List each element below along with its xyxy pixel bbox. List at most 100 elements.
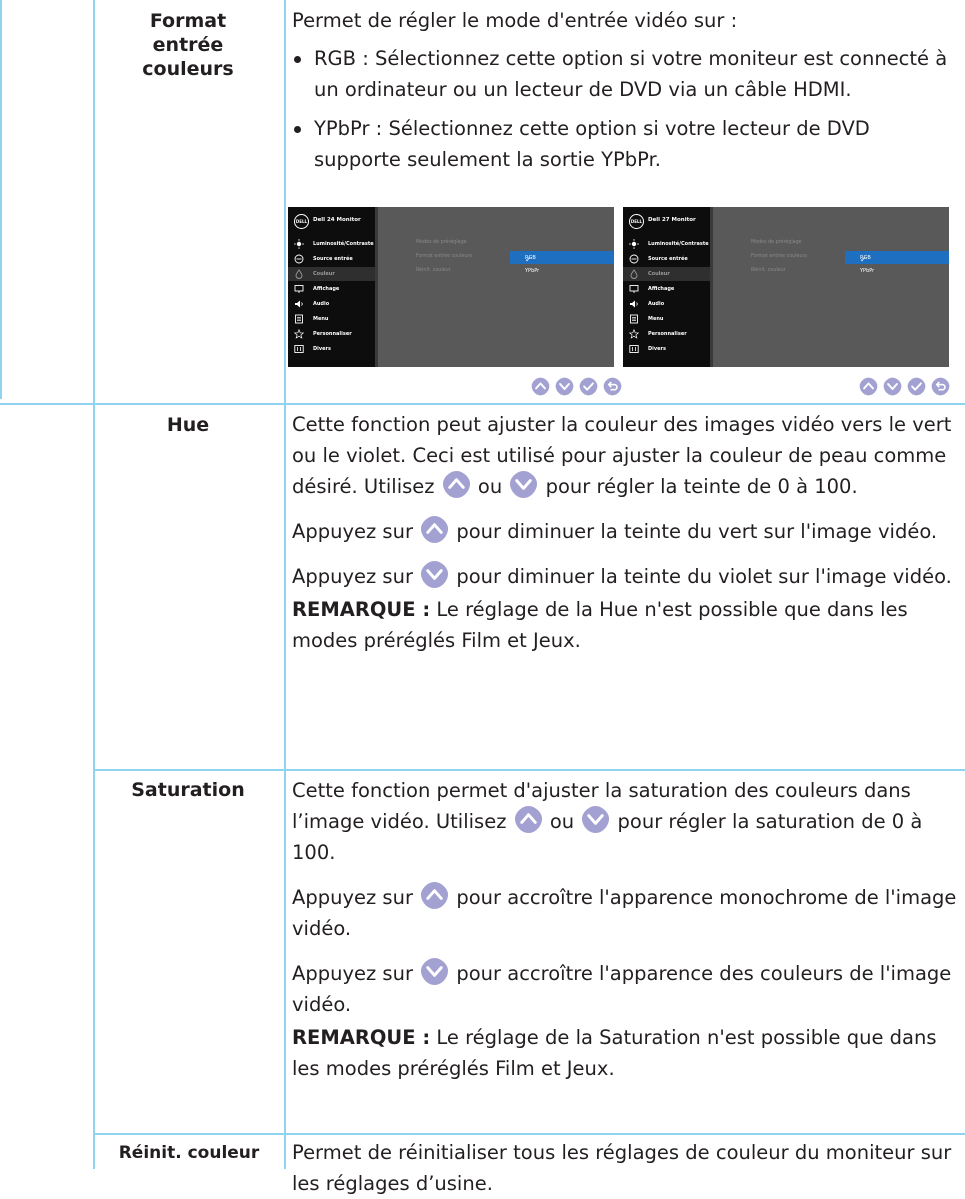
bullet-ypbpr: YPbPr : Sélectionnez cette option si vot…	[292, 113, 962, 175]
osd-menu-item: Source entrée	[623, 252, 710, 266]
osd-menu-label: Source entrée	[313, 256, 353, 262]
row-label-hue: Hue	[166, 414, 210, 436]
osd-submenu-item: Modes de préréglage	[751, 240, 802, 245]
osd-menu-item: Personnaliser	[288, 327, 375, 341]
osd-screenshot: DELL Dell 24 Monitor Luminosité/Contraste S…	[288, 207, 614, 367]
osd-screenshot: DELL Dell 27 Monitor Luminosité/Contraste S…	[623, 207, 949, 367]
dell-logo-icon: DELL	[294, 214, 309, 229]
others-icon	[629, 344, 639, 354]
saturation-paragraph-2: Appuyez sur pour accroître l'apparence m…	[292, 881, 962, 944]
up-icon	[420, 881, 449, 910]
osd-submenu-item: Format entrée couleurs	[416, 254, 473, 259]
osd-menu-label: Divers	[648, 346, 666, 352]
osd-option-label: RGB	[525, 255, 536, 261]
osd-option: ✓ RGB	[510, 251, 614, 264]
input-source-icon	[294, 254, 304, 264]
osd-menu-label: Menu	[313, 316, 329, 322]
star-icon	[628, 328, 640, 339]
osd-submenu-item: Format entrée couleurs	[751, 254, 808, 259]
row-text-hue: Cette fonction peut ajuster la couleur d…	[292, 409, 962, 656]
hue-paragraph-2: Appuyez sur pour diminuer la teinte du v…	[292, 515, 962, 547]
saturation-p2-before: Appuyez sur	[292, 886, 413, 909]
osd-menu-item: Menu	[288, 312, 375, 326]
osd-menu-label: Affichage	[648, 286, 675, 292]
osd-option: ✓ RGB	[845, 251, 949, 264]
row-text-format: Permet de régler le mode d'entrée vidéo …	[292, 5, 962, 175]
osd-menu-label: Audio	[648, 301, 665, 307]
osd-model-name: Dell 24 Monitor	[313, 217, 361, 223]
osd-menu-item: Luminosité/Contraste	[623, 237, 710, 251]
osd-menu-item: Luminosité/Contraste	[288, 237, 375, 251]
row-divider-reset	[93, 1133, 965, 1135]
hue-paragraph-1: Cette fonction peut ajuster la couleur d…	[292, 409, 962, 502]
osd-submenu-item: Modes de préréglage	[416, 240, 467, 245]
osd-menu-label: Affichage	[313, 286, 340, 292]
osd-menu-item: Menu	[623, 312, 710, 326]
osd-menu-item: Audio	[288, 297, 375, 311]
saturation-paragraph-3: Appuyez sur pour accroître l'apparence d…	[292, 957, 962, 1020]
osd-menu-label: Couleur	[313, 271, 335, 277]
osd-option-label: RGB	[860, 255, 871, 261]
osd-submenu-panel	[378, 207, 614, 367]
bullet-rgb: RGB : Sélectionnez cette option si votre…	[292, 43, 962, 105]
osd-menu-label: Source entrée	[648, 256, 688, 262]
osd-menu-label: Luminosité/Contraste	[313, 241, 374, 247]
hue-note: REMARQUE : Le réglage de la Hue n'est po…	[292, 594, 962, 656]
dell-logo-icon: DELL	[629, 214, 644, 229]
row-divider-hue	[0, 403, 965, 405]
down-icon	[509, 470, 538, 499]
osd-menu-label: Personnaliser	[648, 331, 687, 337]
up-icon	[420, 515, 449, 544]
hue-p1-mid: ou	[477, 475, 503, 498]
osd-menu-item: Audio	[623, 297, 710, 311]
up-icon	[514, 805, 543, 834]
audio-icon	[294, 299, 304, 309]
osd-menu-item: Divers	[623, 342, 710, 356]
osd-menu-label: Personnaliser	[313, 331, 352, 337]
saturation-paragraph-1: Cette fonction permet d'ajuster la satur…	[292, 775, 962, 868]
display-icon	[294, 284, 304, 294]
row-label-format: Format entrée couleurs	[142, 10, 234, 80]
saturation-note-label: REMARQUE :	[292, 1026, 431, 1049]
hue-p1-after: pour régler la teinte de 0 à 100.	[545, 475, 858, 498]
column-divider-outer	[0, 0, 2, 399]
hue-p3-before: Appuyez sur	[292, 565, 413, 588]
osd-menu-label: Menu	[648, 316, 664, 322]
osd-menu-label: Luminosité/Contraste	[648, 241, 709, 247]
hue-p2-after: pour diminuer la teinte du vert sur l'im…	[456, 520, 938, 543]
audio-icon	[629, 299, 639, 309]
down-icon	[420, 560, 449, 589]
osd-menu-label: Audio	[313, 301, 330, 307]
color-icon	[294, 269, 304, 279]
up-icon	[531, 377, 550, 396]
up-icon	[442, 470, 471, 499]
check-icon	[579, 377, 598, 396]
down-icon	[420, 957, 449, 986]
back-icon	[931, 377, 950, 396]
osd-menu-item: Affichage	[288, 282, 375, 296]
column-divider-middle	[284, 0, 286, 1169]
osd-option: YPbPr	[510, 264, 614, 277]
brightness-icon	[294, 239, 304, 249]
format-intro: Permet de régler le mode d'entrée vidéo …	[292, 9, 738, 32]
row-label-saturation: Saturation	[131, 779, 245, 801]
hue-note-label: REMARQUE :	[292, 598, 431, 621]
osd-submenu-panel	[713, 207, 949, 367]
input-source-icon	[629, 254, 639, 264]
osd-option: YPbPr	[845, 264, 949, 277]
column-divider-left	[93, 0, 95, 1169]
color-icon	[629, 269, 639, 279]
row-label-reset: Réinit. couleur	[118, 1143, 260, 1163]
menu-icon	[294, 314, 304, 324]
osd-option-label: YPbPr	[860, 268, 875, 274]
osd-submenu-item: Réinit. couleur	[751, 268, 786, 273]
osd-menu-item: Personnaliser	[623, 327, 710, 341]
menu-icon	[629, 314, 639, 324]
down-icon	[581, 805, 610, 834]
check-icon	[907, 377, 926, 396]
osd-menu-label: Couleur	[648, 271, 670, 277]
star-icon	[293, 328, 305, 339]
osd-menu-item: Source entrée	[288, 252, 375, 266]
osd-menu-item: Couleur	[288, 267, 375, 281]
row-text-saturation: Cette fonction permet d'ajuster la satur…	[292, 775, 962, 1084]
